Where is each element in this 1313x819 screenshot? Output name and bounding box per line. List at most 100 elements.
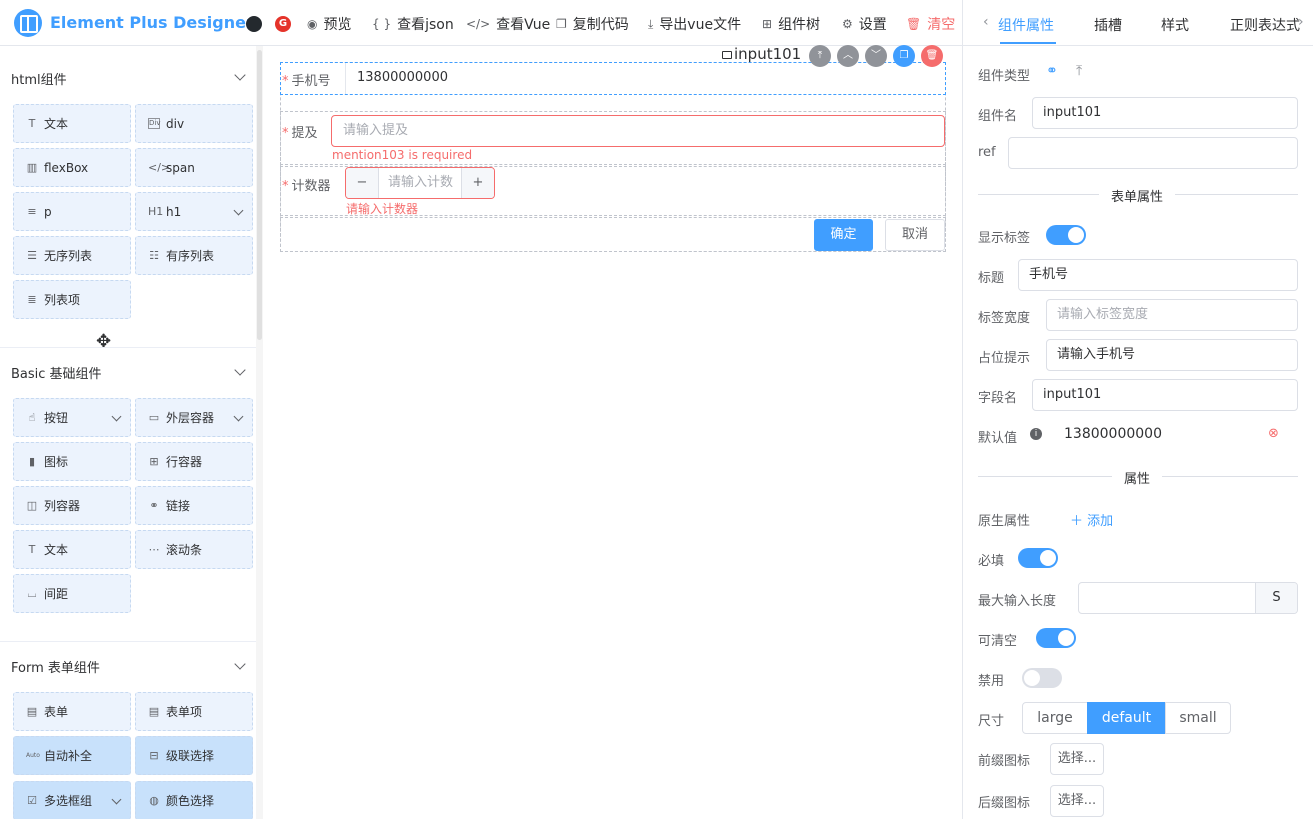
field-name-label: 字段名 xyxy=(978,391,1018,406)
palette-item-space[interactable]: ⌴ 间距 xyxy=(13,574,131,613)
clearable-label: 可清空 xyxy=(978,634,1018,649)
decrease-button[interactable]: − xyxy=(346,168,379,198)
container-icon: ▭ xyxy=(148,411,160,424)
palette-item-text[interactable]: T 文本 xyxy=(13,104,131,143)
add-attr-button[interactable]: ＋ 添加 xyxy=(1070,510,1113,529)
palette-item-h1[interactable]: H1 h1 xyxy=(135,192,253,231)
input-icon xyxy=(722,50,732,59)
chevron-down-icon[interactable] xyxy=(233,205,244,216)
view-json-button[interactable]: { } 查看json xyxy=(372,15,454,33)
move-up-button[interactable]: ︿ xyxy=(837,45,859,67)
view-vue-button[interactable]: </> 查看Vue xyxy=(466,15,550,33)
palette-item-color-picker[interactable]: ◍ 颜色选择 xyxy=(135,781,253,819)
default-value-text[interactable]: 13800000000 xyxy=(1064,426,1162,442)
mention-input[interactable]: 请输入提及 xyxy=(331,115,945,147)
mention-error: mention103 is required xyxy=(332,148,473,162)
cancel-button[interactable]: 取消 xyxy=(885,219,945,251)
label-width-input[interactable]: 请输入标签宽度 xyxy=(1046,299,1298,331)
component-tree-button[interactable]: ⊞ 组件树 xyxy=(762,15,820,33)
size-small-option[interactable]: small xyxy=(1165,702,1231,734)
palette-item-checkbox-group[interactable]: ☑ 多选框组 xyxy=(13,781,131,819)
ok-button[interactable]: 确定 xyxy=(814,219,873,251)
section-basic-title[interactable]: Basic 基础组件 xyxy=(11,363,102,382)
palette-item-scrollbar[interactable]: ⋯ 滚动条 xyxy=(135,530,253,569)
trash-icon: 🗑 xyxy=(906,17,922,31)
tabs-next-icon[interactable]: › xyxy=(1298,14,1304,30)
phone-input[interactable]: 13800000000 xyxy=(357,70,448,85)
palette-item-col[interactable]: ◫ 列容器 xyxy=(13,486,131,525)
chevron-down-icon[interactable] xyxy=(233,411,244,422)
github-icon[interactable] xyxy=(246,16,262,32)
chevron-down-icon[interactable] xyxy=(111,411,122,422)
palette-item-ul[interactable]: ☰ 无序列表 xyxy=(13,236,131,275)
title-input[interactable]: 手机号 xyxy=(1018,259,1298,291)
copy-code-button[interactable]: ❐ 复制代码 xyxy=(556,15,629,33)
label-width-label: 标签宽度 xyxy=(978,311,1031,326)
tabs-prev-icon[interactable]: ‹ xyxy=(983,14,989,30)
clear-value-icon[interactable]: ⊗ xyxy=(1268,426,1279,441)
export-vue-button[interactable]: ⤓ 导出vue文件 xyxy=(648,15,741,34)
palette-item-form-item[interactable]: ▤ 表单项 xyxy=(135,692,253,731)
placeholder-input[interactable]: 请输入手机号 xyxy=(1046,339,1298,371)
maxlength-suffix[interactable]: S xyxy=(1255,583,1297,613)
palette-item-p[interactable]: ≡ p xyxy=(13,192,131,231)
size-large-option[interactable]: large xyxy=(1022,702,1088,734)
paragraph-icon: ≡ xyxy=(27,205,37,218)
disabled-switch[interactable] xyxy=(1022,668,1062,688)
link-icon[interactable]: ⚭ xyxy=(1046,63,1058,79)
palette-item-icon[interactable]: ▮ 图标 xyxy=(13,442,131,481)
palette-item-row[interactable]: ⊞ 行容器 xyxy=(135,442,253,481)
move-down-button[interactable]: ﹀ xyxy=(865,45,887,67)
palette-scrollbar-thumb[interactable] xyxy=(257,50,262,340)
chevron-down-icon[interactable] xyxy=(111,794,122,805)
maxlength-input[interactable]: S xyxy=(1078,582,1298,614)
ref-label: ref xyxy=(978,145,996,160)
section-html-title[interactable]: html组件 xyxy=(11,69,67,88)
preview-button[interactable]: ◉ 预览 xyxy=(307,15,351,33)
palette-item-button[interactable]: ☝ 按钮 xyxy=(13,398,131,437)
clearable-switch[interactable] xyxy=(1036,628,1076,648)
copy-component-button[interactable]: ❐ xyxy=(893,45,915,67)
palette-item-ol[interactable]: ☷ 有序列表 xyxy=(135,236,253,275)
palette-item-span[interactable]: </> span xyxy=(135,148,253,187)
palette-item-flexbox[interactable]: ▥ flexBox xyxy=(13,148,131,187)
tab-component-props[interactable]: 组件属性 xyxy=(998,15,1054,35)
palette-item-autocomplete[interactable]: Auto 自动补全 xyxy=(13,736,131,775)
counter-input[interactable]: 请输入计数 xyxy=(388,168,453,198)
pin-top-icon[interactable]: ⤒ xyxy=(1076,63,1082,79)
palette-item-form[interactable]: ▤ 表单 xyxy=(13,692,131,731)
flexbox-icon: ▥ xyxy=(26,161,38,174)
section-form-title[interactable]: Form 表单组件 xyxy=(11,657,100,676)
chevron-down-icon[interactable] xyxy=(234,364,246,376)
div-icon: Div xyxy=(148,118,161,129)
text-icon: T xyxy=(28,117,36,130)
palette-item-container[interactable]: ▭ 外层容器 xyxy=(135,398,253,437)
delete-component-button[interactable]: 🗑 xyxy=(921,45,943,67)
palette-item-text2[interactable]: T 文本 xyxy=(13,530,131,569)
tab-regex[interactable]: 正则表达式 xyxy=(1230,15,1300,35)
palette-item-link[interactable]: ⚭ 链接 xyxy=(135,486,253,525)
show-label-switch[interactable] xyxy=(1046,225,1086,245)
tab-style[interactable]: 样式 xyxy=(1161,15,1189,35)
prefix-icon-select-button[interactable]: 选择... xyxy=(1050,743,1104,775)
tab-slots[interactable]: 插槽 xyxy=(1094,15,1122,35)
settings-button[interactable]: ⚙ 设置 xyxy=(842,15,887,33)
required-switch[interactable] xyxy=(1018,548,1058,568)
chevron-down-icon[interactable] xyxy=(234,658,246,670)
palette-item-cascader[interactable]: ⊟ 级联选择 xyxy=(135,736,253,775)
chevron-down-icon[interactable] xyxy=(234,69,246,81)
component-name-input[interactable]: input101 xyxy=(1032,97,1298,129)
gitee-icon[interactable]: G xyxy=(275,16,291,32)
size-default-option[interactable]: default xyxy=(1087,702,1166,734)
pointer-icon: ☝ xyxy=(28,411,36,424)
cascader-icon: ⊟ xyxy=(149,749,159,762)
palette-item-li[interactable]: ≣ 列表项 xyxy=(13,280,131,319)
counter-stepper[interactable]: − 请输入计数 + xyxy=(345,167,495,199)
palette-item-div[interactable]: Div div xyxy=(135,104,253,143)
increase-button[interactable]: + xyxy=(461,168,494,198)
move-top-button[interactable]: ⤒ xyxy=(809,45,831,67)
ref-input[interactable] xyxy=(1008,137,1298,169)
suffix-icon-select-button[interactable]: 选择... xyxy=(1050,785,1104,817)
clear-button[interactable]: 🗑 清空 xyxy=(906,15,955,33)
field-name-input[interactable]: input101 xyxy=(1032,379,1298,411)
